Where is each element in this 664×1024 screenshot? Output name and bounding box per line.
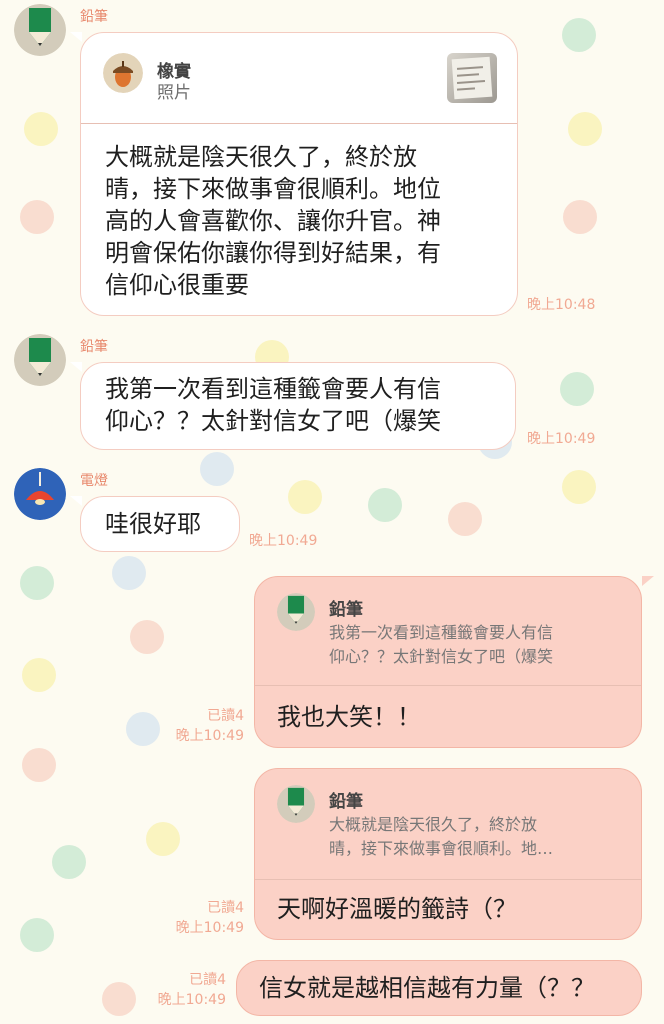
read-receipt: 已讀4 晚上10:49 <box>122 970 226 1010</box>
read-count: 已讀4 <box>189 972 226 988</box>
message-time: 晚上10:49 <box>249 533 318 549</box>
acorn-avatar <box>103 53 143 93</box>
lamp-avatar[interactable] <box>14 468 66 520</box>
pencil-avatar[interactable] <box>14 4 66 56</box>
read-count: 已讀4 <box>207 900 244 916</box>
read-receipt: 已讀4 晚上10:49 <box>140 898 244 938</box>
message-text[interactable]: 大概就是陰天很久了，終於放 晴，接下來做事會很順利。地位 高的人會喜歡你、讓你升… <box>105 141 441 301</box>
received-message-bubble[interactable]: 哇很好耶 <box>80 496 240 552</box>
read-receipt: 已讀4 晚上10:49 <box>140 706 244 746</box>
quote-line: 晴，接下來做事會很順利。地… <box>329 839 554 858</box>
photo-thumbnail[interactable] <box>447 53 497 103</box>
message-line: 高的人會喜歡你、讓你升官。神 <box>105 207 441 235</box>
reply-contact-name: 鉛筆 <box>329 600 363 620</box>
reply-divider <box>81 123 517 124</box>
message-text[interactable]: 我第一次看到這種籤會要人有信 仰心？？太針對信女了吧（爆笑 <box>105 373 441 437</box>
message-text[interactable]: 天啊好溫暖的籤詩（？ <box>277 893 517 925</box>
reply-divider <box>255 879 641 880</box>
received-message-bubble[interactable]: 橡實 照片 大概就是陰天很久了，終於放 晴，接下來做事會很順利。地位 高的人會喜… <box>80 32 518 316</box>
reply-divider <box>255 685 641 686</box>
read-count: 已讀4 <box>207 708 244 724</box>
message-time: 晚上10:48 <box>527 297 596 313</box>
message-text[interactable]: 我也大笑！！ <box>277 701 421 733</box>
pencil-avatar[interactable] <box>14 334 66 386</box>
sender-name: 鉛筆 <box>80 9 108 25</box>
message-line: 信仰心很重要 <box>105 271 249 299</box>
message-time: 晚上10:49 <box>175 728 244 744</box>
message-line: 仰心？？太針對信女了吧（爆笑 <box>105 407 441 435</box>
reply-contact-name: 鉛筆 <box>329 792 363 812</box>
reply-quote-text: 大概就是陰天很久了，終於放 晴，接下來做事會很順利。地… <box>329 813 553 861</box>
message-text[interactable]: 信女就是越相信越有力量（？？ <box>259 972 595 1004</box>
message-line: 大概就是陰天很久了，終於放 <box>105 143 417 171</box>
quote-line: 仰心？？太針對信女了吧（爆笑 <box>329 647 554 666</box>
sender-name: 電燈 <box>80 473 108 489</box>
pencil-avatar <box>277 785 315 823</box>
message-line: 明會保佑你讓你得到好結果，有 <box>105 239 441 267</box>
reply-contact-name: 橡實 <box>157 62 191 82</box>
chat-area[interactable]: 鉛筆 橡實 照片 大概就是陰天很久了，終於放 晴，接下來做事會很順利。地位 高的… <box>0 0 664 1024</box>
pencil-avatar <box>277 593 315 631</box>
sent-message-bubble[interactable]: 鉛筆 大概就是陰天很久了，終於放 晴，接下來做事會很順利。地… 天啊好溫暖的籤詩… <box>254 768 642 940</box>
sent-message-bubble[interactable]: 信女就是越相信越有力量（？？ <box>236 960 642 1016</box>
reply-quote-text: 我第一次看到這種籤會要人有信 仰心？？太針對信女了吧（爆笑 <box>329 621 553 669</box>
quote-line: 我第一次看到這種籤會要人有信 <box>329 623 554 642</box>
received-message-bubble[interactable]: 我第一次看到這種籤會要人有信 仰心？？太針對信女了吧（爆笑 <box>80 362 516 450</box>
bubble-tail <box>70 496 82 506</box>
bubble-tail <box>70 362 82 372</box>
bubble-tail <box>642 576 654 586</box>
message-time: 晚上10:49 <box>527 431 596 447</box>
message-time: 晚上10:49 <box>157 992 226 1008</box>
message-line: 晴，接下來做事會很順利。地位 <box>105 175 441 203</box>
message-text[interactable]: 哇很好耶 <box>105 508 201 540</box>
quote-line: 大概就是陰天很久了，終於放 <box>329 815 538 834</box>
sent-message-bubble[interactable]: 鉛筆 我第一次看到這種籤會要人有信 仰心？？太針對信女了吧（爆笑 我也大笑！！ <box>254 576 642 748</box>
sender-name: 鉛筆 <box>80 339 108 355</box>
message-line: 我第一次看到這種籤會要人有信 <box>105 375 441 403</box>
message-time: 晚上10:49 <box>175 920 244 936</box>
reply-media-type: 照片 <box>157 83 191 103</box>
